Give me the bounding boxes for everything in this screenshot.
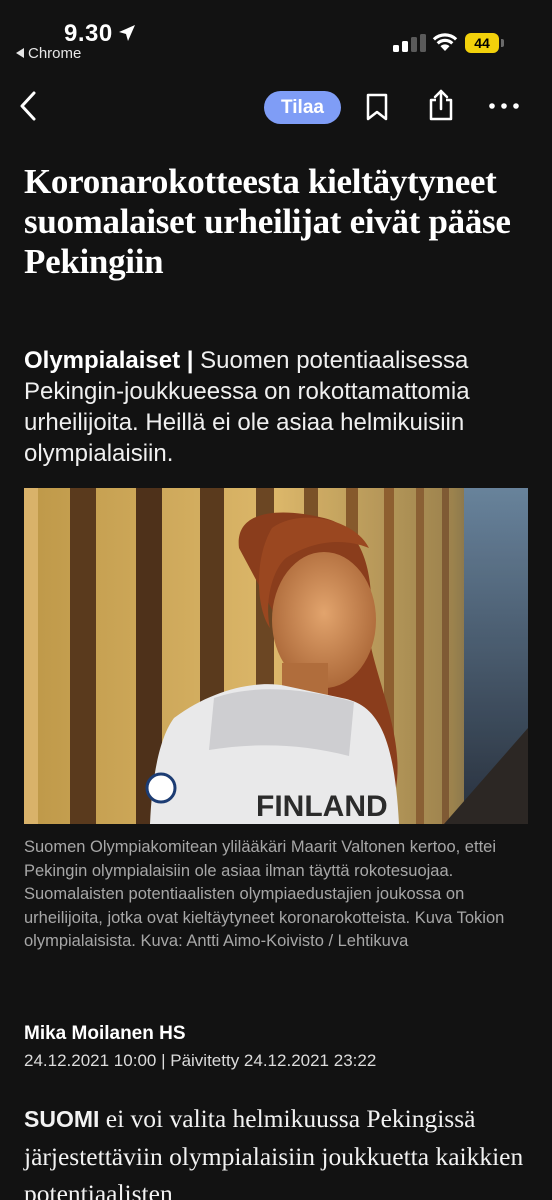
article-dates: 24.12.2021 10:00 | Päivitetty 24.12.2021… xyxy=(24,1051,376,1071)
section-kicker[interactable]: Olympialaiset xyxy=(24,347,180,374)
photo-shirt-text: FINLAND xyxy=(256,790,388,823)
updated-date: Päivitetty 24.12.2021 23:22 xyxy=(170,1051,377,1070)
cellular-signal-icon xyxy=(393,34,426,52)
battery-level: 44 xyxy=(465,33,499,53)
status-time: 9.30 xyxy=(64,20,113,47)
body-lead-caps: SUOMI xyxy=(24,1106,100,1132)
article-lead: Olympialaiset | Suomen potentiaalisessa … xyxy=(24,345,534,469)
battery-indicator: 44 xyxy=(465,33,505,53)
back-to-app-link[interactable]: Chrome xyxy=(16,45,81,62)
article-headline: Koronarokotteesta kieltäytyneet suomalai… xyxy=(24,162,511,281)
more-icon[interactable] xyxy=(488,100,520,112)
wifi-icon xyxy=(432,33,458,51)
body-text: ei voi valita helmikuussa Pekingissä jär… xyxy=(24,1104,524,1200)
back-chevron-icon[interactable] xyxy=(14,88,44,124)
author-name[interactable]: Mika Moilanen HS xyxy=(24,1023,186,1045)
subscribe-button[interactable]: Tilaa xyxy=(264,91,341,124)
article-photo[interactable]: FINLAND xyxy=(24,488,528,824)
bookmark-icon[interactable] xyxy=(364,92,390,122)
photo-illustration: FINLAND xyxy=(24,488,528,824)
article-screen: 9.30 Chrome 44 Tilaa Koronarokotteesta k… xyxy=(0,0,552,1200)
photo-caption: Suomen Olympiakomitean ylilääkäri Maarit… xyxy=(24,838,505,950)
date-separator: | xyxy=(156,1051,171,1070)
kicker-separator: | xyxy=(180,347,201,374)
back-triangle-icon xyxy=(16,48,24,58)
location-arrow-icon xyxy=(119,25,135,41)
share-icon[interactable] xyxy=(426,88,456,122)
published-date: 24.12.2021 10:00 xyxy=(24,1051,157,1070)
back-app-label: Chrome xyxy=(28,45,82,62)
status-bar: 9.30 Chrome 44 xyxy=(0,0,552,70)
article-toolbar: Tilaa xyxy=(0,78,552,138)
battery-nub xyxy=(501,39,504,47)
article-body: SUOMI ei voi valita helmikuussa Pekingis… xyxy=(24,1100,544,1200)
